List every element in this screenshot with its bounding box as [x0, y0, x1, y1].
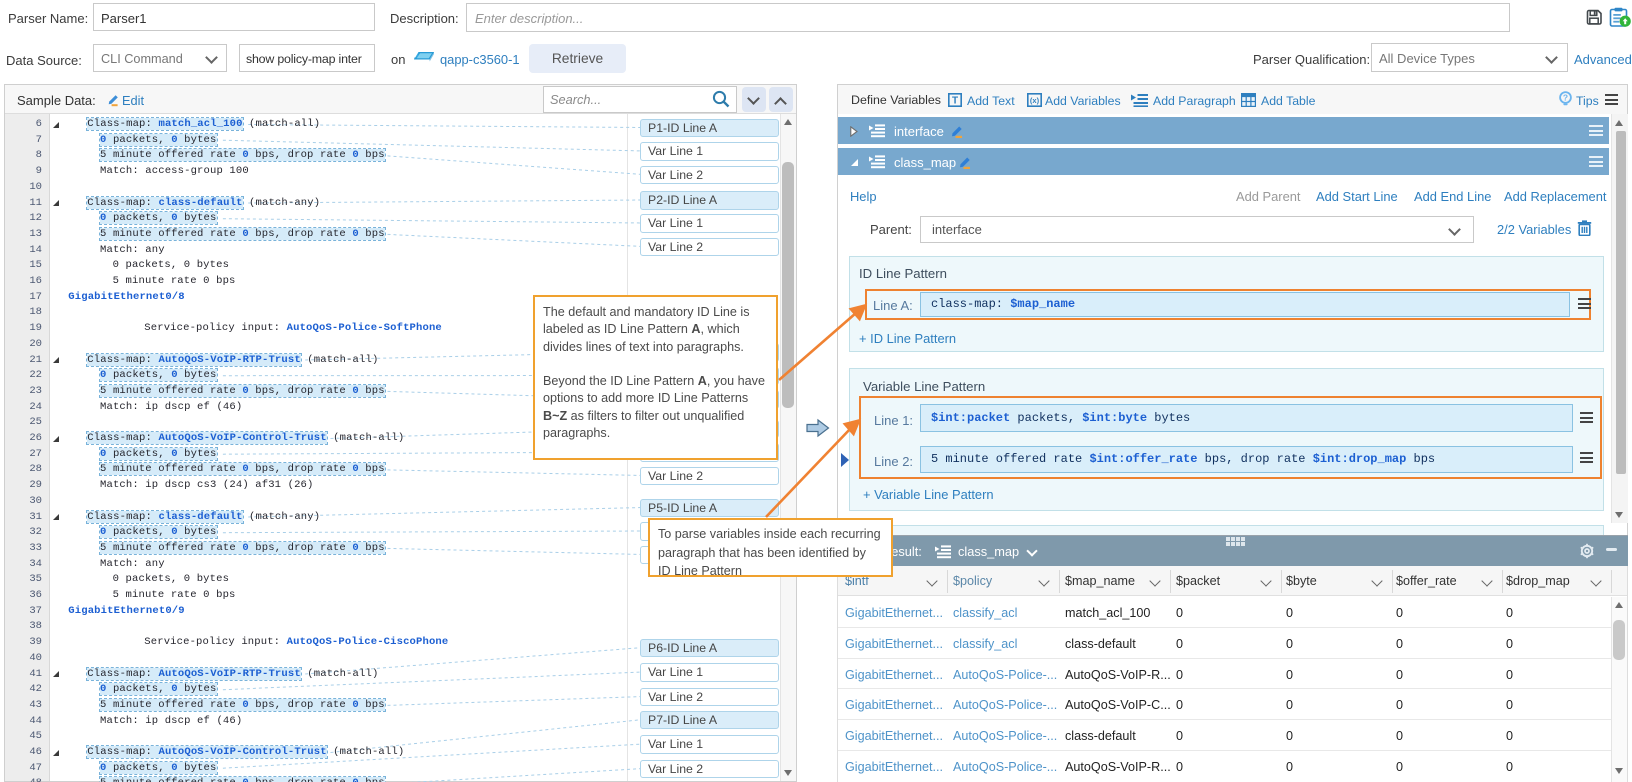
svg-text:(x): (x): [1030, 96, 1040, 105]
svg-text:T: T: [952, 96, 958, 107]
svg-text:?: ?: [1563, 93, 1568, 103]
